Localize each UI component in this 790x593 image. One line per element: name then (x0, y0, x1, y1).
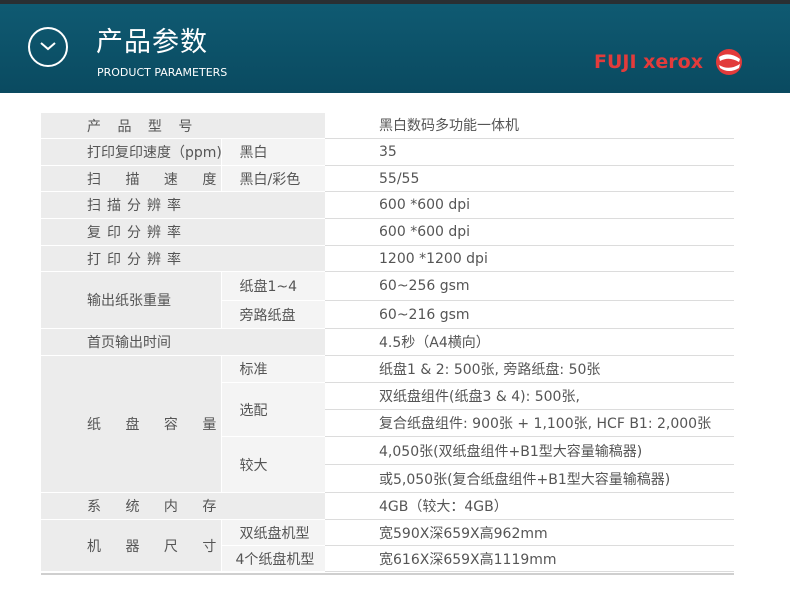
spec-value: 600 *600 dpi (325, 218, 735, 246)
spec-sublabel: 标准 (239, 362, 268, 378)
spec-sublabel: 较大 (239, 457, 268, 474)
table-row: 机 器 尺 寸 双纸盘机型 宽590X深659X高962mm (41, 519, 735, 572)
table-row: 纸 盘 容 量 标准 纸盘1 & 2: 500张, 旁路纸盘: 50张 (41, 355, 735, 493)
spec-value: 55/55 (325, 165, 735, 192)
spec-label: 复印分辨率 (87, 225, 187, 241)
page-title: 产品参数 (96, 27, 208, 58)
spec-value: 60~216 gsm (325, 300, 735, 329)
spec-label: 扫描分辨率 (87, 198, 187, 214)
spec-table: 产 品 型 号 黑白数码多功能一体机 打印复印速度（ppm) 黑白 35 扫 描… (41, 112, 735, 572)
spec-sublabel: 纸盘1~4 (239, 279, 298, 295)
spec-value: 复合纸盘组件: 900张 + 1,100张, HCF B1: 2,000张 (325, 409, 735, 437)
spec-label: 打印复印速度（ppm) (87, 145, 222, 161)
spec-label: 产 品 型 号 (87, 118, 199, 135)
spec-sublabel: 旁路纸盘 (239, 307, 296, 324)
page-subtitle: PRODUCT PARAMETERS (97, 66, 228, 79)
header-banner: 产品参数 PRODUCT PARAMETERS FUJI xerox (0, 0, 790, 93)
spec-label: 扫 描 速 度 (87, 171, 227, 188)
table-row: 产 品 型 号 黑白数码多功能一体机 (41, 112, 735, 139)
spec-value: 4.5秒（A4横向） (325, 328, 735, 356)
spec-label: 打印分辨率 (87, 251, 187, 268)
spec-value: 4,050张(双纸盘组件+B1型大容量输稿器) (325, 436, 735, 465)
spec-value: 宽616X深659X高1119mm (325, 545, 735, 572)
table-row: 扫 描 速 度 黑白/彩色 55/55 (41, 165, 735, 192)
spec-sublabel: 黑白/彩色 (239, 171, 301, 188)
spec-label: 输出纸张重量 (87, 293, 171, 309)
spec-sublabel: 双纸盘机型 (239, 525, 310, 542)
table-row: 系 统 内 存 4GB（较大：4GB） (41, 492, 735, 520)
table-row: 扫描分辨率 600 *600 dpi (41, 191, 735, 219)
spec-label: 纸 盘 容 量 (87, 417, 227, 433)
spec-value: 35 (325, 138, 735, 166)
spec-label: 机 器 尺 寸 (87, 538, 227, 555)
spec-value: 600 *600 dpi (325, 191, 735, 219)
chevron-down-icon (28, 27, 68, 67)
spec-value: 纸盘1 & 2: 500张, 旁路纸盘: 50张 (325, 355, 735, 383)
spec-sublabel: 4个纸盘机型 (235, 551, 315, 568)
table-row: 输出纸张重量 纸盘1~4 60~256 gsm (41, 271, 735, 329)
spec-sublabel: 选配 (239, 402, 268, 419)
spec-value: 或5,050张(复合纸盘组件+B1型大容量输稿器) (325, 464, 735, 493)
table-row: 打印复印速度（ppm) 黑白 35 (41, 138, 735, 166)
spec-value: 4GB（较大：4GB） (325, 492, 735, 520)
xerox-ball-icon (716, 49, 742, 75)
spec-value: 60~256 gsm (325, 271, 735, 301)
table-row: 首页输出时间 4.5秒（A4横向） (41, 328, 735, 356)
spec-value: 宽590X深659X高962mm (325, 519, 735, 546)
spec-value: 双纸盘组件(纸盘3 & 4): 500张, (325, 382, 735, 410)
logo-text: FUJI xerox (594, 51, 703, 73)
bottom-divider (41, 573, 734, 575)
table-row: 打印分辨率 1200 *1200 dpi (41, 245, 735, 272)
spec-label: 系 统 内 存 (87, 499, 227, 515)
spec-value: 1200 *1200 dpi (325, 245, 735, 272)
spec-value: 黑白数码多功能一体机 (325, 112, 735, 139)
spec-label: 首页输出时间 (87, 335, 171, 351)
spec-sublabel: 黑白 (239, 145, 268, 161)
table-row: 复印分辨率 600 *600 dpi (41, 218, 735, 246)
